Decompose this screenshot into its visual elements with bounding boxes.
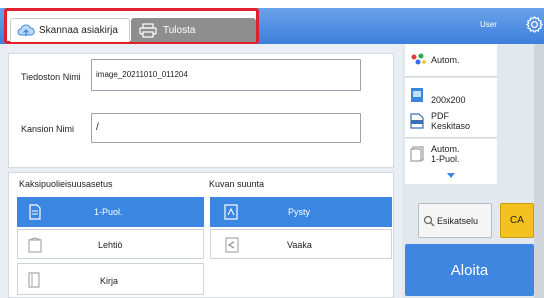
tab-print[interactable]: Tulosta xyxy=(131,18,256,42)
setting-original-label: Autom. xyxy=(431,143,460,154)
book-icon xyxy=(28,272,40,288)
duplex-title: Kaksipuolieisuusasetus xyxy=(19,179,113,189)
orientation-option-label: Pysty xyxy=(288,207,311,217)
orientation-option-landscape[interactable]: Vaaka xyxy=(210,229,392,259)
file-name-label: Tiedoston Nimi xyxy=(21,72,81,82)
scrollbar[interactable] xyxy=(534,44,544,298)
ca-button[interactable]: CA xyxy=(500,203,534,238)
folder-name-field[interactable]: / xyxy=(91,113,361,143)
destination-form: Tiedoston Nimi image_20211010_011204 Kan… xyxy=(8,53,394,168)
printer-icon xyxy=(139,22,157,38)
duplex-option-label: Kirja xyxy=(100,276,119,286)
duplex-option-label: Lehtiö xyxy=(98,240,123,250)
resolution-icon xyxy=(410,87,424,103)
setting-original-text: Autom. 1-Puol. xyxy=(431,144,460,164)
duplex-option-tablet[interactable]: Lehtiö xyxy=(17,229,204,259)
setting-file-format[interactable]: PDF Keskitaso xyxy=(405,104,497,138)
setting-color-mode[interactable]: Autom. xyxy=(405,44,497,77)
tab-scan-document[interactable]: Skannaa asiakirja xyxy=(10,18,130,42)
tab-scan-label: Skannaa asiakirja xyxy=(39,25,118,36)
color-mode-icon xyxy=(410,53,426,67)
setting-original[interactable]: Autom. 1-Puol. xyxy=(405,139,497,169)
folder-name-value: / xyxy=(96,122,99,133)
user-label[interactable]: User xyxy=(480,20,497,34)
duplex-option-book[interactable]: Kirja xyxy=(17,263,204,295)
magnifier-icon xyxy=(423,215,435,227)
tablet-icon xyxy=(28,237,42,253)
folder-name-label: Kansion Nimi xyxy=(21,124,75,134)
tab-print-label: Tulosta xyxy=(163,24,196,36)
orientation-option-label: Vaaka xyxy=(287,240,312,250)
setting-file-format-sublabel: Keskitaso xyxy=(431,120,471,131)
start-button[interactable]: Aloita xyxy=(405,244,534,296)
file-name-field[interactable]: image_20211010_011204 xyxy=(91,59,361,91)
setting-file-format-text: PDF Keskitaso xyxy=(431,111,470,131)
chevron-down-icon xyxy=(447,173,455,179)
single-sided-icon xyxy=(29,204,41,220)
landscape-icon xyxy=(225,237,239,253)
setting-file-format-label: PDF xyxy=(431,110,449,121)
orientation-option-portrait[interactable]: Pysty xyxy=(210,197,392,227)
setting-color-mode-label: Autom. xyxy=(431,55,460,65)
setting-resolution-label: 200x200 xyxy=(431,94,466,105)
duplex-option-1-sided[interactable]: 1-Puol. xyxy=(17,197,204,227)
setting-original-sublabel: 1-Puol. xyxy=(431,153,460,164)
pdf-format-icon xyxy=(410,112,424,129)
preview-label: Esikatselu xyxy=(437,215,479,226)
portrait-icon xyxy=(224,204,238,220)
start-label: Aloita xyxy=(450,261,489,279)
gear-icon[interactable] xyxy=(525,15,544,34)
original-size-icon xyxy=(410,146,424,162)
settings-more-button[interactable] xyxy=(405,168,497,184)
file-name-value: image_20211010_011204 xyxy=(96,70,188,79)
preview-button[interactable]: Esikatselu xyxy=(418,203,492,238)
orientation-title: Kuvan suunta xyxy=(209,179,265,189)
ca-label: CA xyxy=(510,215,524,226)
cloud-scan-icon xyxy=(16,23,36,39)
duplex-option-label: 1-Puol. xyxy=(94,207,123,217)
